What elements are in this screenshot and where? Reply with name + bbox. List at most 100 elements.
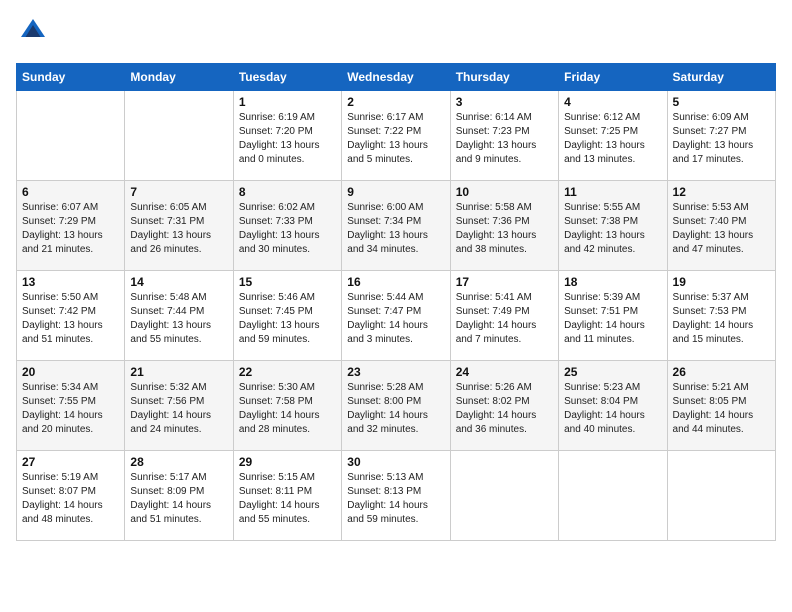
weekday-header-saturday: Saturday bbox=[667, 64, 775, 91]
day-info: Sunrise: 5:53 AM Sunset: 7:40 PM Dayligh… bbox=[673, 201, 770, 257]
day-info: Sunrise: 6:12 AM Sunset: 7:25 PM Dayligh… bbox=[564, 111, 661, 167]
day-number: 11 bbox=[564, 185, 661, 199]
weekday-header-monday: Monday bbox=[125, 64, 233, 91]
day-info: Sunrise: 5:28 AM Sunset: 8:00 PM Dayligh… bbox=[347, 381, 444, 437]
day-info: Sunrise: 5:34 AM Sunset: 7:55 PM Dayligh… bbox=[22, 381, 119, 437]
calendar-cell: 20 Sunrise: 5:34 AM Sunset: 7:55 PM Dayli… bbox=[17, 361, 125, 451]
day-info: Sunrise: 5:19 AM Sunset: 8:07 PM Dayligh… bbox=[22, 471, 119, 527]
day-number: 22 bbox=[239, 365, 336, 379]
day-number: 26 bbox=[673, 365, 770, 379]
day-number: 24 bbox=[456, 365, 553, 379]
day-number: 3 bbox=[456, 95, 553, 109]
day-info: Sunrise: 6:05 AM Sunset: 7:31 PM Dayligh… bbox=[130, 201, 227, 257]
calendar-cell: 1 Sunrise: 6:19 AM Sunset: 7:20 PM Daylig… bbox=[233, 91, 341, 181]
day-info: Sunrise: 6:17 AM Sunset: 7:22 PM Dayligh… bbox=[347, 111, 444, 167]
calendar-cell: 23 Sunrise: 5:28 AM Sunset: 8:00 PM Dayli… bbox=[342, 361, 450, 451]
page-header bbox=[16, 16, 776, 51]
day-number: 25 bbox=[564, 365, 661, 379]
calendar-cell: 22 Sunrise: 5:30 AM Sunset: 7:58 PM Dayli… bbox=[233, 361, 341, 451]
calendar-cell: 5 Sunrise: 6:09 AM Sunset: 7:27 PM Daylig… bbox=[667, 91, 775, 181]
calendar-cell bbox=[667, 451, 775, 541]
calendar-cell: 18 Sunrise: 5:39 AM Sunset: 7:51 PM Dayli… bbox=[559, 271, 667, 361]
calendar-cell: 3Sunrise: 6:14 AM Sunset: 7:23 PM Daylig… bbox=[450, 91, 558, 181]
calendar-cell: 29Sunrise: 5:15 AM Sunset: 8:11 PM Dayli… bbox=[233, 451, 341, 541]
calendar-week-3: 13 Sunrise: 5:50 AM Sunset: 7:42 PM Dayli… bbox=[17, 271, 776, 361]
calendar-cell bbox=[559, 451, 667, 541]
weekday-header-tuesday: Tuesday bbox=[233, 64, 341, 91]
weekday-header-friday: Friday bbox=[559, 64, 667, 91]
day-info: Sunrise: 5:55 AM Sunset: 7:38 PM Dayligh… bbox=[564, 201, 661, 257]
day-info: Sunrise: 5:23 AM Sunset: 8:04 PM Dayligh… bbox=[564, 381, 661, 437]
calendar-cell: 2 Sunrise: 6:17 AM Sunset: 7:22 PM Daylig… bbox=[342, 91, 450, 181]
day-number: 29 bbox=[239, 455, 336, 469]
calendar-cell: 13 Sunrise: 5:50 AM Sunset: 7:42 PM Dayli… bbox=[17, 271, 125, 361]
calendar-cell: 6 Sunrise: 6:07 AM Sunset: 7:29 PM Daylig… bbox=[17, 181, 125, 271]
day-info: Sunrise: 5:44 AM Sunset: 7:47 PM Dayligh… bbox=[347, 291, 444, 347]
logo bbox=[16, 16, 48, 51]
calendar-cell: 17Sunrise: 5:41 AM Sunset: 7:49 PM Dayli… bbox=[450, 271, 558, 361]
day-info: Sunrise: 5:48 AM Sunset: 7:44 PM Dayligh… bbox=[130, 291, 227, 347]
day-number: 27 bbox=[22, 455, 119, 469]
calendar-header: SundayMondayTuesdayWednesdayThursdayFrid… bbox=[17, 64, 776, 91]
calendar-week-4: 20 Sunrise: 5:34 AM Sunset: 7:55 PM Dayli… bbox=[17, 361, 776, 451]
calendar-body: 1 Sunrise: 6:19 AM Sunset: 7:20 PM Daylig… bbox=[17, 91, 776, 541]
weekday-header-row: SundayMondayTuesdayWednesdayThursdayFrid… bbox=[17, 64, 776, 91]
day-info: Sunrise: 6:07 AM Sunset: 7:29 PM Dayligh… bbox=[22, 201, 119, 257]
calendar-cell: 11 Sunrise: 5:55 AM Sunset: 7:38 PM Dayli… bbox=[559, 181, 667, 271]
calendar-cell bbox=[450, 451, 558, 541]
calendar-table: SundayMondayTuesdayWednesdayThursdayFrid… bbox=[16, 63, 776, 541]
calendar-cell: 24 Sunrise: 5:26 AM Sunset: 8:02 PM Dayli… bbox=[450, 361, 558, 451]
day-info: Sunrise: 5:13 AM Sunset: 8:13 PM Dayligh… bbox=[347, 471, 444, 527]
calendar-cell: 12Sunrise: 5:53 AM Sunset: 7:40 PM Dayli… bbox=[667, 181, 775, 271]
day-info: Sunrise: 5:30 AM Sunset: 7:58 PM Dayligh… bbox=[239, 381, 336, 437]
day-info: Sunrise: 5:50 AM Sunset: 7:42 PM Dayligh… bbox=[22, 291, 119, 347]
calendar-cell bbox=[125, 91, 233, 181]
day-info: Sunrise: 5:26 AM Sunset: 8:02 PM Dayligh… bbox=[456, 381, 553, 437]
day-number: 8 bbox=[239, 185, 336, 199]
calendar-cell: 28Sunrise: 5:17 AM Sunset: 8:09 PM Dayli… bbox=[125, 451, 233, 541]
day-info: Sunrise: 5:37 AM Sunset: 7:53 PM Dayligh… bbox=[673, 291, 770, 347]
day-info: Sunrise: 5:46 AM Sunset: 7:45 PM Dayligh… bbox=[239, 291, 336, 347]
calendar-cell: 14Sunrise: 5:48 AM Sunset: 7:44 PM Dayli… bbox=[125, 271, 233, 361]
day-info: Sunrise: 6:19 AM Sunset: 7:20 PM Dayligh… bbox=[239, 111, 336, 167]
calendar-cell: 27 Sunrise: 5:19 AM Sunset: 8:07 PM Dayli… bbox=[17, 451, 125, 541]
weekday-header-wednesday: Wednesday bbox=[342, 64, 450, 91]
calendar-cell: 15 Sunrise: 5:46 AM Sunset: 7:45 PM Dayli… bbox=[233, 271, 341, 361]
day-number: 18 bbox=[564, 275, 661, 289]
day-number: 7 bbox=[130, 185, 227, 199]
day-number: 2 bbox=[347, 95, 444, 109]
day-info: Sunrise: 5:17 AM Sunset: 8:09 PM Dayligh… bbox=[130, 471, 227, 527]
day-info: Sunrise: 6:00 AM Sunset: 7:34 PM Dayligh… bbox=[347, 201, 444, 257]
day-number: 16 bbox=[347, 275, 444, 289]
day-number: 9 bbox=[347, 185, 444, 199]
day-info: Sunrise: 5:58 AM Sunset: 7:36 PM Dayligh… bbox=[456, 201, 553, 257]
day-info: Sunrise: 6:09 AM Sunset: 7:27 PM Dayligh… bbox=[673, 111, 770, 167]
calendar-cell: 26 Sunrise: 5:21 AM Sunset: 8:05 PM Dayli… bbox=[667, 361, 775, 451]
day-number: 10 bbox=[456, 185, 553, 199]
calendar-cell: 10 Sunrise: 5:58 AM Sunset: 7:36 PM Dayli… bbox=[450, 181, 558, 271]
day-number: 13 bbox=[22, 275, 119, 289]
logo-icon bbox=[18, 16, 48, 46]
day-number: 19 bbox=[673, 275, 770, 289]
calendar-cell: 16 Sunrise: 5:44 AM Sunset: 7:47 PM Dayli… bbox=[342, 271, 450, 361]
day-info: Sunrise: 5:39 AM Sunset: 7:51 PM Dayligh… bbox=[564, 291, 661, 347]
calendar-cell: 21Sunrise: 5:32 AM Sunset: 7:56 PM Dayli… bbox=[125, 361, 233, 451]
weekday-header-thursday: Thursday bbox=[450, 64, 558, 91]
calendar-cell: 8Sunrise: 6:02 AM Sunset: 7:33 PM Daylig… bbox=[233, 181, 341, 271]
day-number: 6 bbox=[22, 185, 119, 199]
day-number: 17 bbox=[456, 275, 553, 289]
day-number: 1 bbox=[239, 95, 336, 109]
calendar-cell: 30Sunrise: 5:13 AM Sunset: 8:13 PM Dayli… bbox=[342, 451, 450, 541]
calendar-cell: 7 Sunrise: 6:05 AM Sunset: 7:31 PM Daylig… bbox=[125, 181, 233, 271]
calendar-week-1: 1 Sunrise: 6:19 AM Sunset: 7:20 PM Daylig… bbox=[17, 91, 776, 181]
day-number: 5 bbox=[673, 95, 770, 109]
day-number: 23 bbox=[347, 365, 444, 379]
day-number: 21 bbox=[130, 365, 227, 379]
calendar-cell: 9 Sunrise: 6:00 AM Sunset: 7:34 PM Daylig… bbox=[342, 181, 450, 271]
day-number: 4 bbox=[564, 95, 661, 109]
calendar-cell bbox=[17, 91, 125, 181]
day-number: 15 bbox=[239, 275, 336, 289]
day-info: Sunrise: 5:21 AM Sunset: 8:05 PM Dayligh… bbox=[673, 381, 770, 437]
calendar-cell: 19 Sunrise: 5:37 AM Sunset: 7:53 PM Dayli… bbox=[667, 271, 775, 361]
day-number: 20 bbox=[22, 365, 119, 379]
